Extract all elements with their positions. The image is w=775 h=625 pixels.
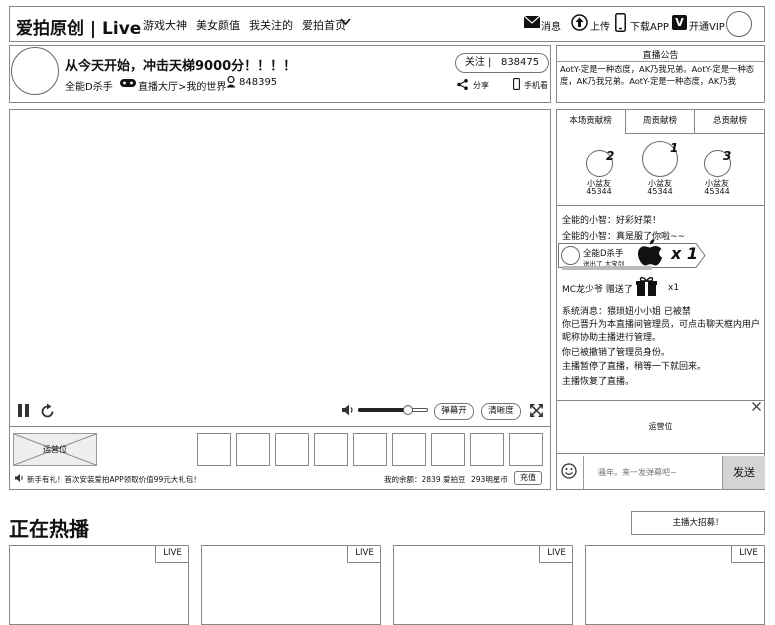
rank-number: 2 (606, 149, 615, 163)
announcement-text: AotY-定是一种态度，AK乃我兄弟。AotY-定是一种态度，AK乃我兄弟。Ao… (560, 64, 755, 86)
follower-count: 838475 (500, 57, 540, 68)
gift-message-count: x1 (668, 283, 680, 293)
gift-slot[interactable] (275, 433, 309, 466)
room-title: 从今天开始，冲击天梯9000分！！！！ (65, 59, 297, 74)
upload-link[interactable]: 上传 (590, 18, 610, 33)
chat-message: 全能的小智：真是服了你啦~~ (562, 232, 686, 242)
ad-label: 运营位 (43, 445, 67, 454)
system-message: 主播恢复了直播。 (562, 377, 635, 387)
tab-label: 本场贡献榜 (569, 116, 612, 126)
system-message: 你已被撤销了管理员身份。 (562, 348, 671, 358)
gift-slot[interactable] (353, 433, 387, 466)
mobile-watch-link[interactable]: 手机看 (524, 80, 548, 91)
phone-icon[interactable] (615, 13, 626, 32)
gift-slot[interactable] (431, 433, 465, 466)
gift-slot[interactable] (314, 433, 348, 466)
host-name[interactable]: 全能D杀手 (65, 78, 113, 93)
chat-input[interactable] (583, 456, 722, 489)
upload-icon[interactable] (571, 14, 588, 31)
gift-count: x 1 (671, 244, 699, 263)
system-message: 系统消息：猥琐妞小小姐 已被禁 (562, 307, 691, 317)
viewer-count: 848395 (239, 77, 278, 88)
share-icon[interactable] (457, 79, 468, 90)
rank-score: 45344 (647, 187, 673, 196)
promo-text[interactable]: 新手有礼！首次安装爱拍APP领取价值99元大礼包！ (27, 474, 201, 485)
open-vip-link[interactable]: 开通VIP (689, 18, 725, 33)
gamepad-icon (120, 78, 136, 88)
vip-icon[interactable]: V (672, 15, 687, 30)
follow-button[interactable]: 关注 | 838475 (455, 53, 549, 73)
speaker-icon (15, 474, 24, 482)
volume-fill (358, 408, 408, 412)
gift-slot[interactable] (392, 433, 426, 466)
emoji-icon[interactable] (561, 463, 577, 479)
volume-slider[interactable] (358, 405, 428, 415)
system-message: 你已晋升为本直播间管理员，可点击聊天框内用户昵称协助主播进行管理。 (562, 320, 761, 343)
follow-separator: | (484, 57, 501, 68)
gift-sender-avatar[interactable] (561, 246, 580, 265)
mobile-icon[interactable] (513, 78, 520, 90)
live-badge: LIVE (539, 545, 573, 563)
live-badge: LIVE (155, 545, 189, 563)
nav-item-beauty[interactable]: 美女颜值 (196, 17, 240, 33)
follow-label: 关注 (464, 57, 485, 68)
hot-section-title: 正在热播 (9, 517, 89, 541)
tab-weekly-contribution[interactable]: 周贡献榜 (626, 109, 695, 134)
download-app-link[interactable]: 下载APP (630, 18, 669, 33)
fullscreen-icon[interactable] (530, 404, 543, 417)
category-breadcrumb[interactable]: 直播大厅>我的世界 (138, 78, 226, 93)
gift-slot[interactable] (236, 433, 270, 466)
rank-number: 3 (723, 149, 732, 163)
danmu-toggle-button[interactable]: 弹幕开 (434, 403, 474, 420)
apple-icon (636, 237, 664, 269)
volume-icon[interactable] (342, 404, 355, 416)
ad-placeholder[interactable]: 运营位 (13, 433, 97, 466)
quality-button[interactable]: 清晰度 (481, 403, 521, 420)
chevron-down-icon[interactable] (340, 18, 351, 26)
recruit-button[interactable]: 主播大招募！ (631, 511, 765, 535)
side-ad-label: 运营位 (648, 422, 673, 431)
messages-link[interactable]: 消息 (541, 18, 561, 33)
tab-label: 周贡献榜 (642, 116, 677, 126)
refresh-icon[interactable] (41, 403, 55, 418)
volume-knob[interactable] (403, 405, 413, 415)
gift-slot[interactable] (197, 433, 231, 466)
user-avatar[interactable] (726, 11, 752, 37)
nav-item-following[interactable]: 我关注的 (249, 17, 293, 33)
chat-message-obscured (562, 266, 652, 270)
system-message: 主播暂停了直播，稍等一下就回来。 (562, 362, 707, 372)
balance-beans: 我的余额：2839 爱拍豆 (384, 475, 466, 484)
gift-message: MC龙少爷 赠送了 (562, 285, 633, 295)
balance-stars: 293明星币 (471, 475, 508, 484)
pause-icon[interactable] (18, 404, 29, 417)
live-badge: LIVE (731, 545, 765, 563)
host-avatar[interactable] (11, 47, 59, 95)
recharge-button[interactable]: 充值 (514, 471, 542, 485)
tab-current-contribution[interactable]: 本场贡献榜 (556, 109, 626, 134)
rank-score: 45344 (586, 187, 612, 196)
gift-box-icon (636, 276, 657, 297)
chat-message: 全能的小智：好彩好菜！ (562, 216, 662, 226)
viewer-icon (226, 76, 236, 88)
tab-total-contribution[interactable]: 总贡献榜 (695, 109, 765, 134)
tab-label: 总贡献榜 (712, 116, 747, 126)
nav-item-game-masters[interactable]: 游戏大神 (143, 17, 187, 33)
mail-icon[interactable] (524, 16, 540, 28)
live-badge: LIVE (347, 545, 381, 563)
rank-score: 45344 (704, 187, 730, 196)
rank-chat-divider (556, 205, 765, 206)
share-link[interactable]: 分享 (473, 80, 489, 91)
rank-number: 1 (670, 141, 679, 155)
site-logo[interactable]: 爱拍原创 | Live (16, 14, 141, 39)
controls-divider (9, 426, 551, 427)
announcement-title: 直播公告 (642, 51, 679, 61)
announcement-divider (556, 61, 765, 62)
gift-slot[interactable] (470, 433, 504, 466)
close-icon[interactable] (752, 402, 761, 411)
send-button[interactable]: 发送 (722, 456, 765, 489)
gift-slot[interactable] (509, 433, 543, 466)
